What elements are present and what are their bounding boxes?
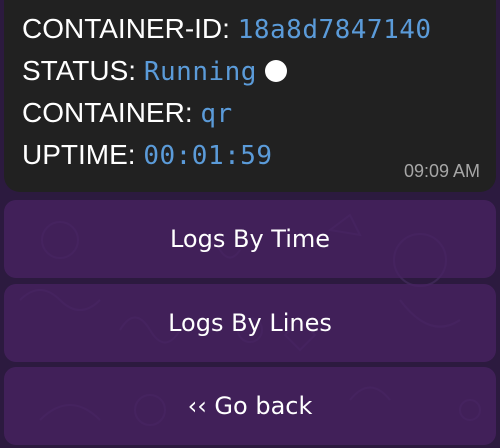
- uptime-label: UPTIME:: [22, 139, 136, 170]
- container-row: CONTAINER: qr: [22, 92, 478, 134]
- container-id-label: CONTAINER-ID:: [22, 13, 230, 44]
- container-value: qr: [200, 99, 233, 129]
- container-label: CONTAINER:: [22, 97, 193, 128]
- status-label: STATUS:: [22, 55, 137, 86]
- bot-message-bubble: CONTAINER-ID: 18a8d7847140 STATUS: Runni…: [4, 0, 496, 192]
- logs-by-time-button[interactable]: Logs By Time: [4, 200, 496, 278]
- container-id-row: CONTAINER-ID: 18a8d7847140: [22, 8, 478, 50]
- message-timestamp: 09:09 AM: [403, 161, 480, 181]
- container-id-value: 18a8d7847140: [237, 15, 432, 45]
- go-back-button[interactable]: ‹‹ Go back: [4, 367, 496, 445]
- status-row: STATUS: Running: [22, 50, 478, 92]
- status-circle-icon: [264, 60, 287, 82]
- uptime-value: 00:01:59: [143, 141, 273, 171]
- status-value: Running: [143, 57, 257, 87]
- logs-by-lines-button[interactable]: Logs By Lines: [4, 284, 496, 362]
